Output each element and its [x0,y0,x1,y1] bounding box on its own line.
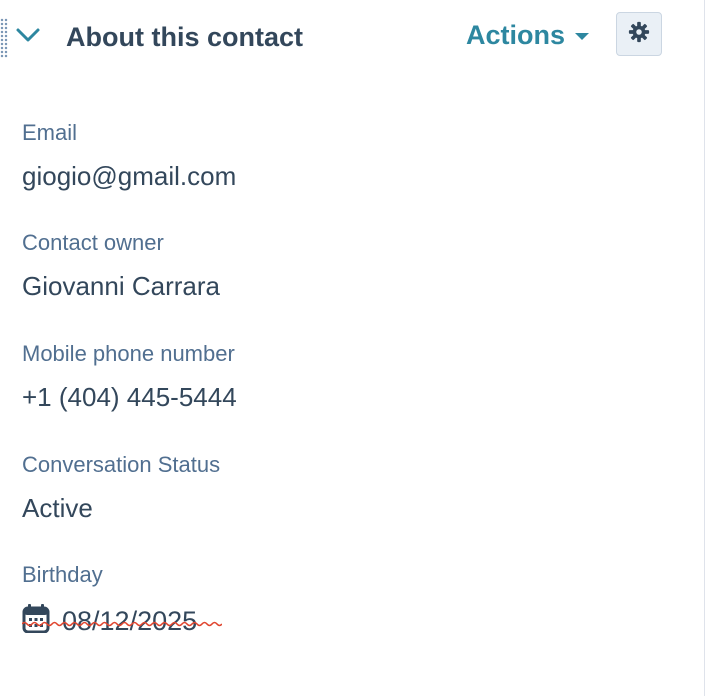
contact-owner-value[interactable]: Giovanni Carrara [22,269,220,303]
section-title: About this contact [66,22,303,52]
email-label: Email [22,120,78,145]
conversation-status-value[interactable]: Active [22,491,220,525]
mobile-phone-field-group: Mobile phone number +1 (404) 445-5444 [22,340,237,414]
actions-dropdown-button[interactable]: Actions [466,18,590,52]
panel-right-border [704,0,705,696]
birthday-field-group: Birthday 08/12/2025 [22,561,222,638]
drag-handle-icon[interactable] [0,18,8,58]
settings-button[interactable] [616,12,662,56]
email-field-group: Email giogio@gmail.com [22,119,236,193]
chevron-down-icon [14,22,44,50]
caret-down-icon [575,32,590,40]
actions-label: Actions [466,19,566,50]
contact-owner-field-group: Contact owner Giovanni Carrara [22,229,220,303]
birthday-label: Birthday [22,562,103,587]
gear-icon [628,21,650,48]
conversation-status-field-group: Conversation Status Active [22,451,220,525]
mobile-phone-value[interactable]: +1 (404) 445-5444 [22,380,237,414]
spellcheck-underline [22,621,222,627]
email-value[interactable]: giogio@gmail.com [22,159,236,193]
collapse-toggle-button[interactable] [14,22,44,50]
mobile-phone-label: Mobile phone number [22,341,235,366]
contact-owner-label: Contact owner [22,230,164,255]
conversation-status-label: Conversation Status [22,452,221,477]
